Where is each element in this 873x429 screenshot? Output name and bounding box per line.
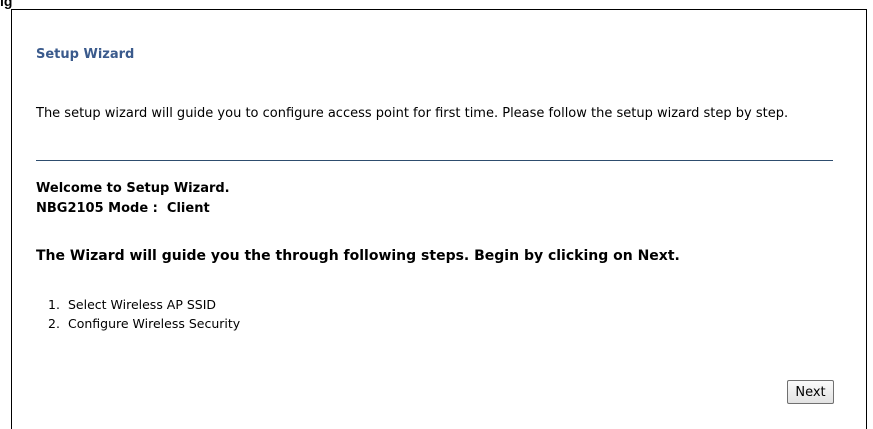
step-number: 1. bbox=[48, 297, 60, 312]
welcome-block: Welcome to Setup Wizard. NBG2105 Mode : … bbox=[36, 179, 230, 219]
guide-text: The Wizard will guide you the through fo… bbox=[36, 248, 680, 264]
step-list: 1. Select Wireless AP SSID 2. Configure Wi… bbox=[48, 295, 240, 333]
step-number: 2. bbox=[48, 316, 60, 331]
list-item: 2. Configure Wireless Security bbox=[48, 314, 240, 333]
wizard-panel bbox=[11, 9, 867, 429]
list-item: 1. Select Wireless AP SSID bbox=[48, 295, 240, 314]
mode-text: NBG2105 Mode : Client bbox=[36, 201, 210, 216]
intro-text: The setup wizard will guide you to confi… bbox=[36, 106, 789, 121]
divider bbox=[36, 160, 833, 161]
step-label: Configure Wireless Security bbox=[68, 316, 241, 331]
welcome-text: Welcome to Setup Wizard. bbox=[36, 181, 230, 196]
page-title: Setup Wizard bbox=[36, 47, 135, 62]
figure-label: ig bbox=[0, 0, 13, 9]
next-button[interactable]: Next bbox=[787, 380, 834, 404]
step-label: Select Wireless AP SSID bbox=[68, 297, 217, 312]
